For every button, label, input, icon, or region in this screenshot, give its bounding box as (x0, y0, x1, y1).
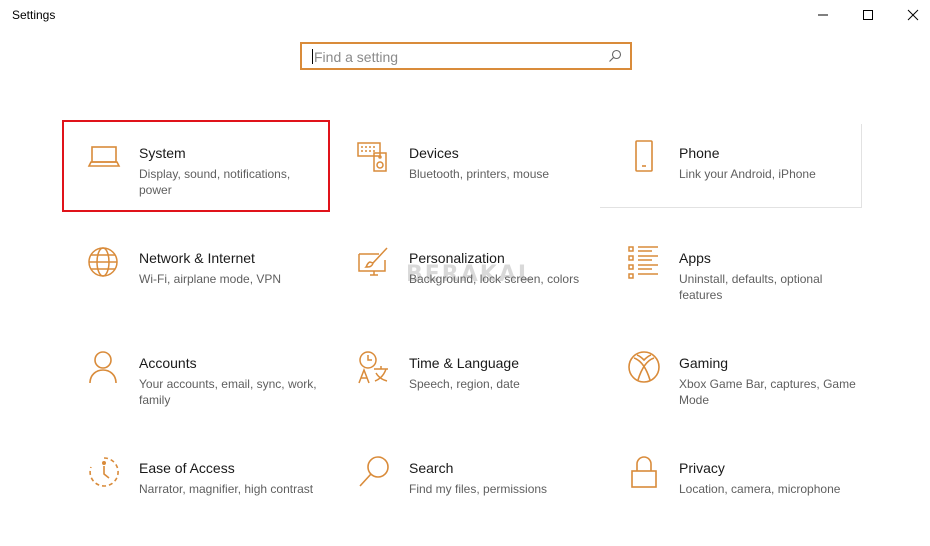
search-box[interactable] (300, 42, 632, 70)
minimize-icon (818, 14, 828, 16)
title-bar: Settings (0, 0, 930, 30)
tile-apps[interactable]: Apps Uninstall, defaults, optional featu… (604, 230, 870, 320)
tile-name: Privacy (679, 460, 725, 476)
ease-of-access-icon (89, 457, 119, 487)
tile-devices[interactable]: Devices Bluetooth, printers, mouse (334, 125, 600, 215)
tile-name: Network & Internet (139, 250, 255, 266)
search-icon (609, 49, 622, 62)
tile-desc: Bluetooth, printers, mouse (409, 167, 550, 181)
tile-name: Phone (679, 145, 720, 161)
tile-desc: Uninstall, defaults, optional features (679, 272, 823, 302)
tile-desc: Link your Android, iPhone (679, 167, 816, 181)
tile-name: Apps (679, 250, 711, 266)
globe-icon (88, 247, 118, 277)
person-icon (89, 351, 117, 384)
time-language-icon (358, 351, 388, 384)
phone-icon (635, 140, 653, 172)
tile-phone[interactable]: Phone Link your Android, iPhone (604, 125, 870, 215)
minimize-button[interactable] (800, 0, 846, 30)
maximize-icon (863, 10, 873, 20)
close-button[interactable] (890, 0, 930, 30)
tile-desc: Find my files, permissions (409, 482, 548, 496)
tile-desc: Wi-Fi, airplane mode, VPN (139, 272, 282, 286)
tile-name: Devices (409, 145, 459, 161)
app-title: Settings (12, 8, 56, 22)
tile-gaming[interactable]: Gaming Xbox Game Bar, captures, Game Mod… (604, 335, 870, 425)
maximize-button[interactable] (845, 0, 891, 30)
tile-desc: Location, camera, microphone (679, 482, 841, 496)
selection-highlight (62, 120, 330, 212)
tile-desc: Xbox Game Bar, captures, Game Mode (679, 377, 856, 407)
tile-desc: Speech, region, date (409, 377, 520, 391)
search-icon (359, 456, 389, 487)
tile-name: Time & Language (409, 355, 519, 371)
text-caret (312, 49, 313, 64)
tile-accounts[interactable]: Accounts Your accounts, email, sync, wor… (64, 335, 330, 425)
tile-ease-of-access[interactable]: Ease of Access Narrator, magnifier, high… (64, 440, 330, 530)
tile-network-internet[interactable]: Network & Internet Wi-Fi, airplane mode,… (64, 230, 330, 320)
tile-name: Gaming (679, 355, 729, 371)
tile-time-language[interactable]: Time & Language Speech, region, date (334, 335, 600, 425)
close-icon (907, 9, 919, 21)
tile-desc: Your accounts, email, sync, work, family (139, 377, 317, 407)
tile-privacy[interactable]: Privacy Location, camera, microphone (604, 440, 870, 530)
tile-desc: Narrator, magnifier, high contrast (139, 482, 314, 496)
apps-list-icon (628, 246, 658, 279)
watermark: BERAKAL (406, 262, 534, 287)
xbox-icon (628, 351, 660, 383)
tile-name: Search (409, 460, 454, 476)
keyboard-speaker-icon (357, 142, 387, 172)
tile-name: Accounts (139, 355, 197, 371)
tile-name: Ease of Access (139, 460, 235, 476)
tile-search[interactable]: Search Find my files, permissions (334, 440, 600, 530)
search-input[interactable] (312, 46, 606, 68)
lock-icon (631, 456, 657, 488)
paintbrush-icon (358, 247, 388, 276)
